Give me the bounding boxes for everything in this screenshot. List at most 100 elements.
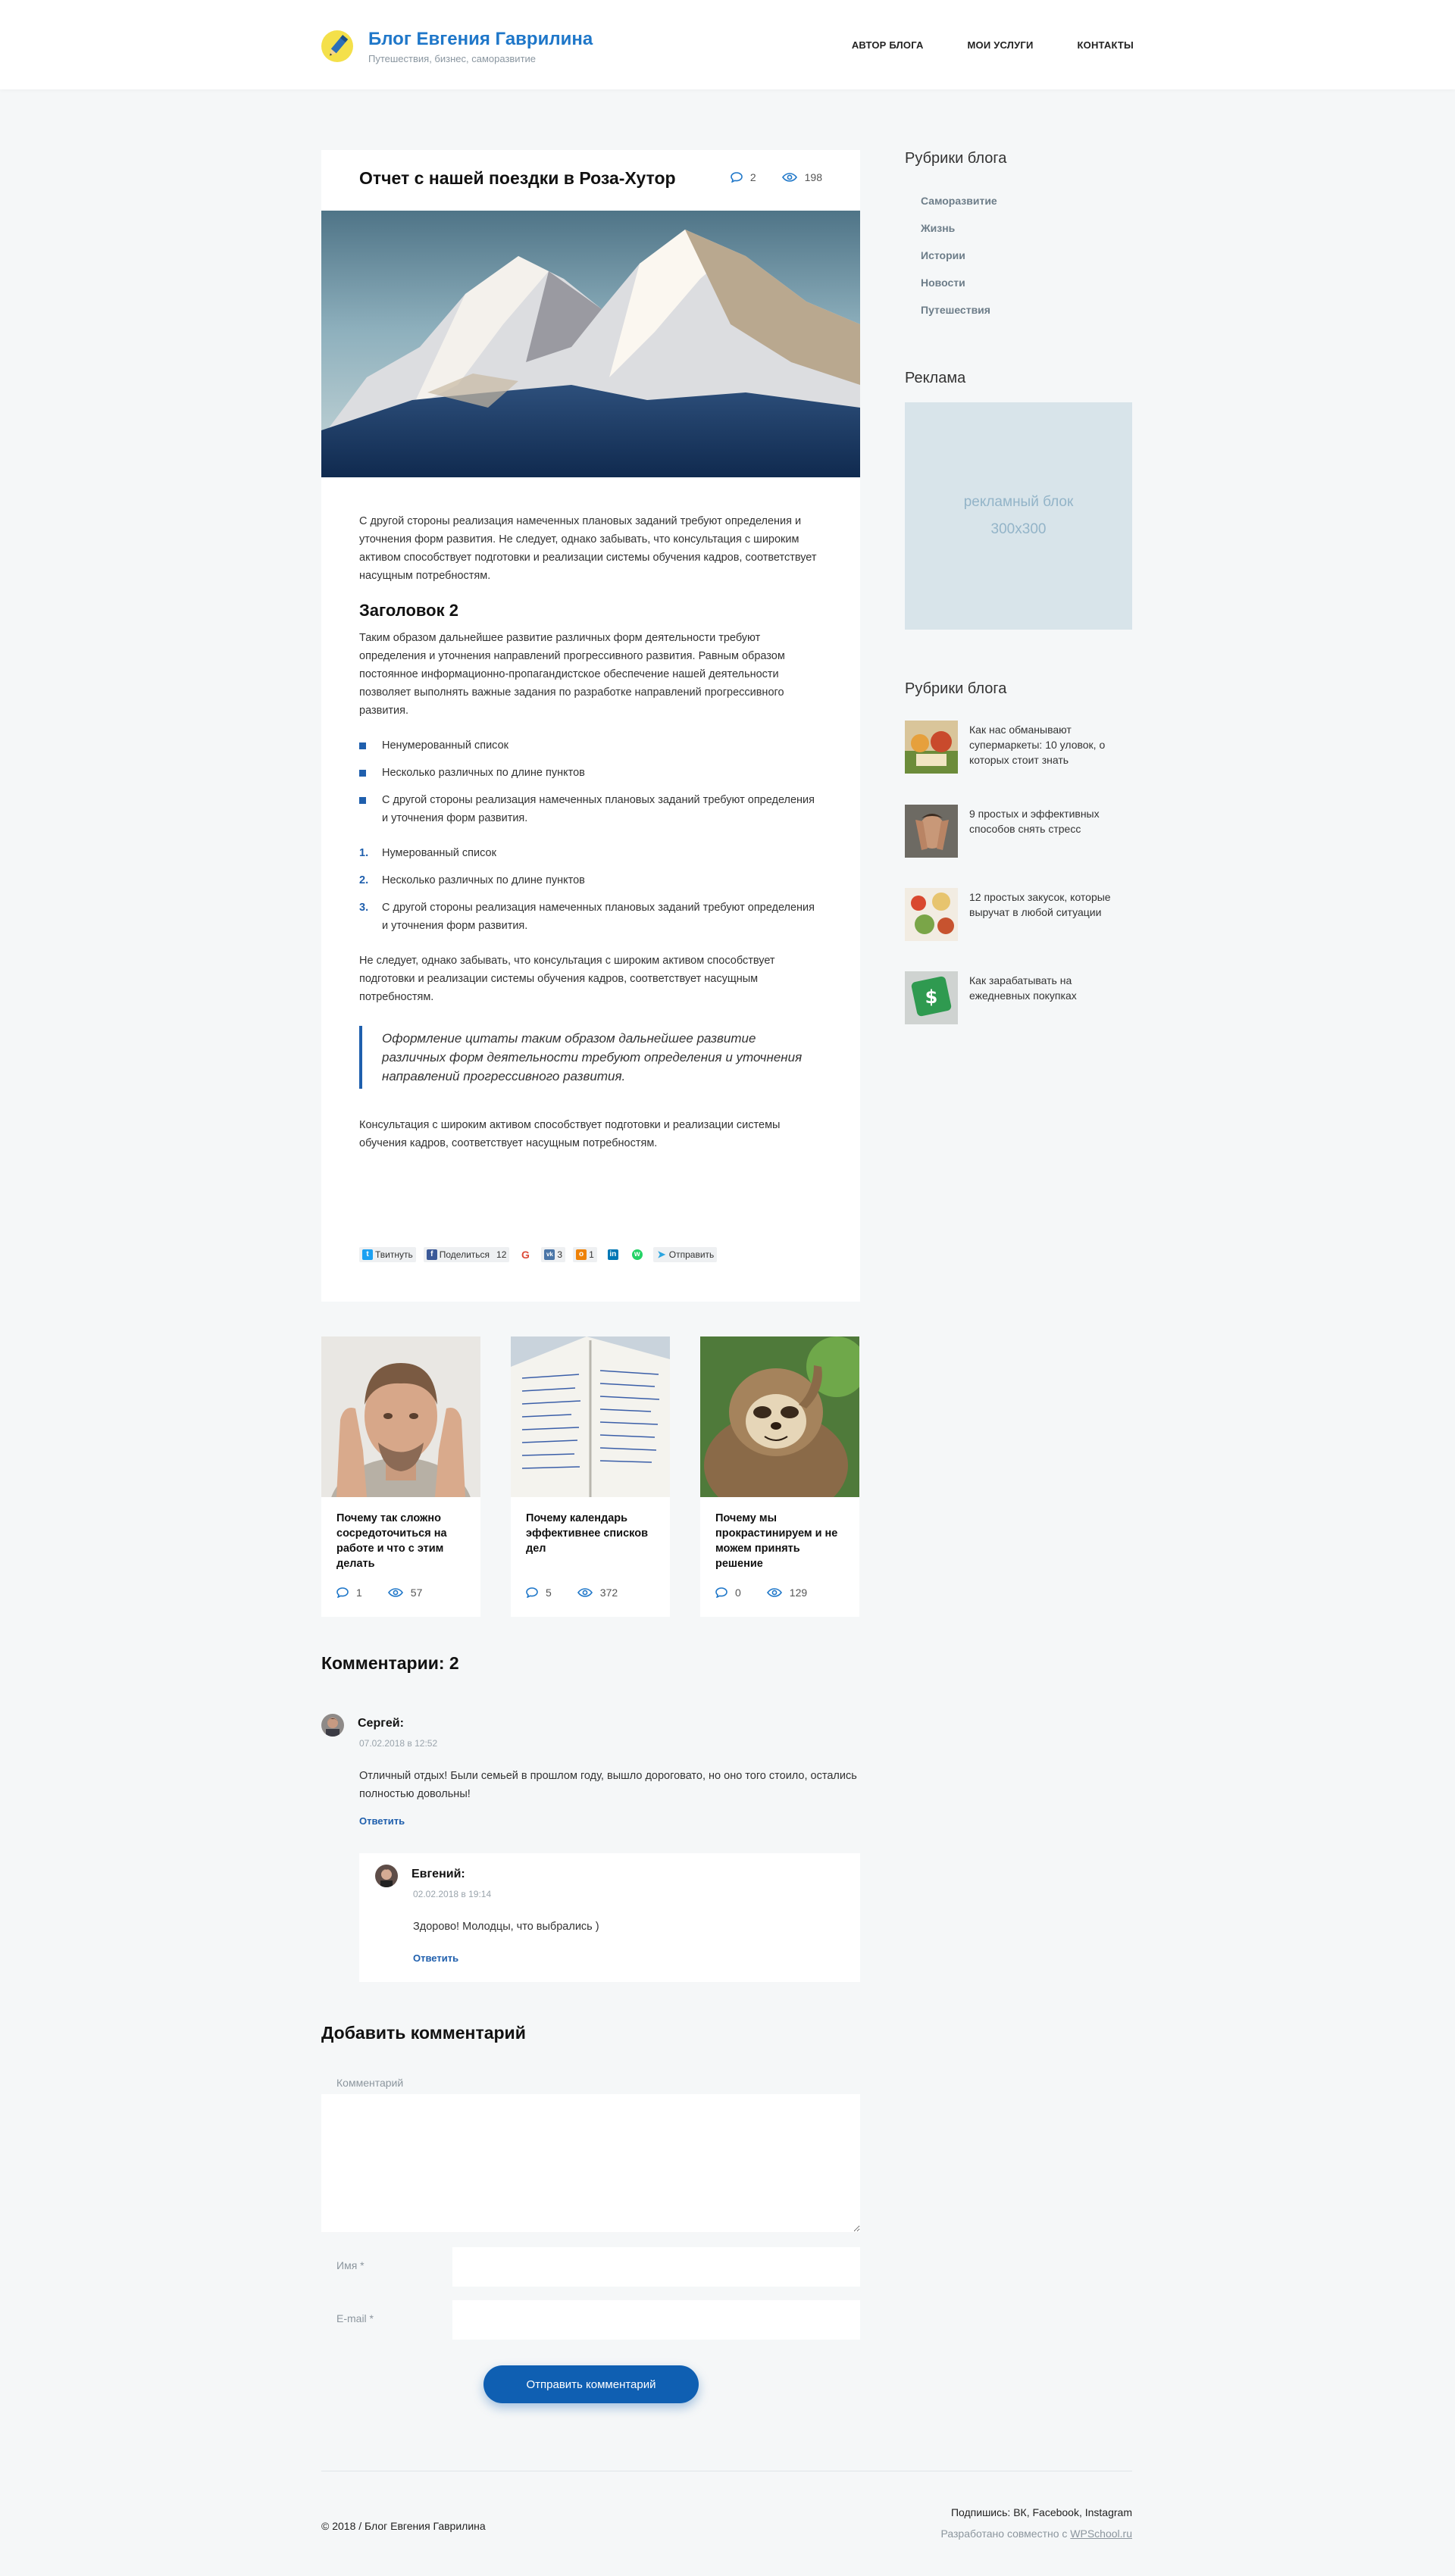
reply-link[interactable]: Ответить <box>359 1815 405 1827</box>
comment-author: Сергей: <box>358 1717 404 1730</box>
name-input[interactable] <box>452 2247 860 2287</box>
footer-developer: Разработано совместно с WPSchool.ru <box>941 2528 1133 2540</box>
comments-count[interactable]: 2 <box>731 171 756 183</box>
footer-subscribe[interactable]: Подпишись: ВК, Facebook, Instagram <box>951 2506 1132 2518</box>
related-post-image[interactable] <box>511 1336 670 1497</box>
telegram-share-label: Отправить <box>668 1249 715 1260</box>
comments-count-value: 5 <box>546 1587 552 1599</box>
email-input[interactable] <box>452 2300 860 2340</box>
sidebar-post-title[interactable]: Как зарабатывать на ежедневных покупках <box>969 973 1132 1003</box>
vk-share-button[interactable]: vk 3 <box>541 1247 566 1262</box>
category-link[interactable]: Новости <box>921 277 965 289</box>
facebook-share-count: 12 <box>496 1249 507 1260</box>
wpschool-link[interactable]: WPSchool.ru <box>1070 2528 1132 2540</box>
sidebar-post[interactable]: 12 простых закусок, которые выручат в лю… <box>905 888 1132 941</box>
vk-share-count: 3 <box>557 1249 563 1260</box>
comments-count[interactable]: 1 <box>336 1587 362 1599</box>
sidebar-post[interactable]: $ Как зарабатывать на ежедневных покупка… <box>905 971 1132 1024</box>
category-link[interactable]: Жизнь <box>921 222 955 234</box>
related-post-card[interactable]: Почему календарь эффективнее списков дел… <box>511 1336 670 1617</box>
sidebar-post-thumbnail[interactable] <box>905 721 958 774</box>
twitter-share-button[interactable]: t Твитнуть <box>359 1247 416 1262</box>
comments-count-value: 2 <box>749 171 756 183</box>
related-post-meta: 1 57 <box>336 1587 422 1599</box>
avatar <box>321 1714 344 1737</box>
whatsapp-share-button[interactable]: w <box>629 1247 646 1262</box>
list-item: 1. Нумерованный список <box>359 844 822 862</box>
list-item: Несколько различных по длине пунктов <box>359 764 822 782</box>
facebook-share-button[interactable]: f Поделиться 12 <box>423 1247 510 1262</box>
category-link[interactable]: Саморазвитие <box>921 195 997 207</box>
related-post-title[interactable]: Почему так сложно сосредоточиться на раб… <box>336 1511 469 1571</box>
related-post-image[interactable] <box>700 1336 859 1497</box>
submit-comment-button[interactable]: Отправить комментарий <box>483 2365 699 2403</box>
eye-icon <box>781 173 797 182</box>
related-post-meta: 5 372 <box>526 1587 618 1599</box>
views-count: 129 <box>766 1587 807 1599</box>
related-post-title[interactable]: Почему мы прокрастинируем и не можем при… <box>715 1511 848 1571</box>
ad-block[interactable]: рекламный блок 300x300 <box>905 402 1132 630</box>
comments-count[interactable]: 5 <box>526 1587 552 1599</box>
article-paragraph: Не следует, однако забывать, что консуль… <box>359 955 775 1003</box>
sidebar-post-title[interactable]: Как нас обманывают супермаркеты: 10 улов… <box>969 722 1132 767</box>
nav-services[interactable]: МОИ УСЛУГИ <box>968 39 1034 51</box>
sidebar-post-thumbnail[interactable] <box>905 805 958 858</box>
google-icon: G <box>521 1249 530 1261</box>
related-post-image[interactable] <box>321 1336 480 1497</box>
views-count: 372 <box>577 1587 618 1599</box>
views-count-value: 57 <box>410 1587 423 1599</box>
linkedin-share-button[interactable]: in <box>605 1247 621 1262</box>
odnoklassniki-icon: o <box>576 1249 587 1260</box>
related-post-card[interactable]: Почему так сложно сосредоточиться на раб… <box>321 1336 480 1617</box>
comment-bubble-icon <box>731 172 743 183</box>
name-field-label: Имя * <box>336 2259 365 2271</box>
ad-block-text: рекламный блок <box>963 494 1074 510</box>
comment-date: 07.02.2018 в 12:52 <box>359 1738 438 1749</box>
views-count-value: 198 <box>804 171 822 183</box>
comments-count-value: 1 <box>356 1587 362 1599</box>
bulleted-list: Ненумерованный список Несколько различны… <box>359 736 822 827</box>
google-share-button[interactable]: G <box>517 1247 534 1262</box>
list-item-text: Несколько различных по длине пунктов <box>382 874 585 886</box>
comment-field-label: Комментарий <box>336 2077 404 2089</box>
comment-bubble-icon <box>715 1587 728 1598</box>
article-card: Отчет с нашей поездки в Роза-Хутор 2 198 <box>321 150 860 1302</box>
category-link[interactable]: Истории <box>921 249 965 261</box>
sidebar-ad-heading: Реклама <box>905 370 966 386</box>
nav-author[interactable]: АВТОР БЛОГА <box>852 39 924 51</box>
views-count-value: 372 <box>599 1587 618 1599</box>
views-count: 198 <box>781 171 822 183</box>
sidebar-post-thumbnail[interactable] <box>905 888 958 941</box>
category-link[interactable]: Путешествия <box>921 304 990 316</box>
list-item-text: С другой стороны реализация намеченных п… <box>382 902 815 932</box>
views-count: 57 <box>387 1587 423 1599</box>
whatsapp-icon: w <box>631 1249 643 1260</box>
sidebar-post-title[interactable]: 12 простых закусок, которые выручат в лю… <box>969 889 1132 920</box>
nav-contacts[interactable]: КОНТАКТЫ <box>1078 39 1134 51</box>
sidebar-posts-heading: Рубрики блога <box>905 680 1007 697</box>
article-header: Отчет с нашей поездки в Роза-Хутор 2 198 <box>359 168 822 191</box>
sidebar-post[interactable]: Как нас обманывают супермаркеты: 10 улов… <box>905 721 1132 774</box>
site-logo[interactable]: Блог Евгения Гаврилина Путешествия, бизн… <box>321 29 593 64</box>
comments-count[interactable]: 0 <box>715 1587 741 1599</box>
pencil-logo-icon <box>321 30 353 62</box>
sidebar-post[interactable]: 9 простых и эффективных способов снять с… <box>905 805 1132 858</box>
blockquote: Оформление цитаты таким образом дальнейш… <box>359 1026 822 1089</box>
sidebar-post-title[interactable]: 9 простых и эффективных способов снять с… <box>969 806 1132 836</box>
article-paragraph: Консультация с широким активом способств… <box>359 1119 781 1149</box>
related-post-title[interactable]: Почему календарь эффективнее списков дел <box>526 1511 659 1556</box>
vk-icon: vk <box>544 1249 555 1260</box>
twitter-share-label: Твитнуть <box>375 1249 413 1260</box>
eye-icon <box>766 1588 782 1597</box>
reply-link[interactable]: Ответить <box>413 1952 458 1964</box>
eye-icon <box>577 1588 593 1597</box>
comment-textarea[interactable] <box>321 2094 860 2232</box>
related-post-card[interactable]: Почему мы прокрастинируем и не можем при… <box>700 1336 859 1617</box>
telegram-share-button[interactable]: ➤ Отправить <box>652 1247 718 1262</box>
article-meta: 2 198 <box>731 171 822 183</box>
comment-text: Отличный отдых! Были семьей в прошлом го… <box>359 1770 857 1800</box>
ok-share-button[interactable]: o 1 <box>573 1247 597 1262</box>
site-title[interactable]: Блог Евгения Гаврилина <box>368 29 593 50</box>
sidebar-post-thumbnail[interactable]: $ <box>905 971 958 1024</box>
list-number: 3. <box>359 902 369 914</box>
